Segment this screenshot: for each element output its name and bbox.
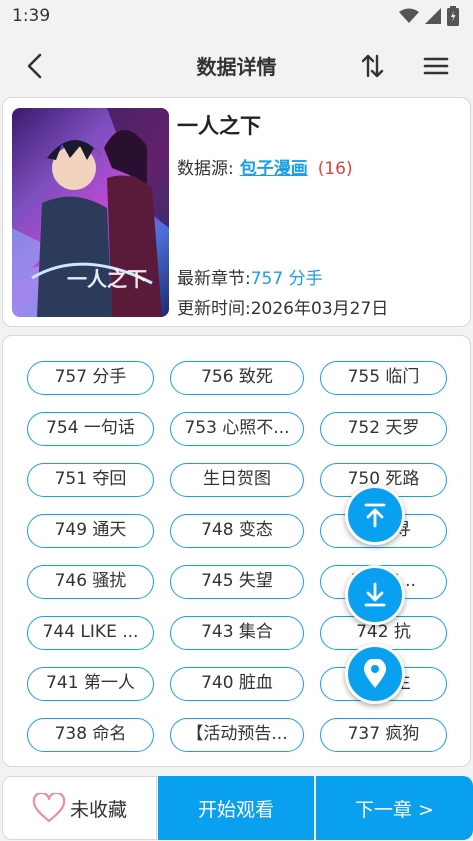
source-link[interactable]: 包子漫画 bbox=[240, 159, 308, 179]
update-time-label: 更新时间: bbox=[177, 299, 251, 319]
menu-icon bbox=[423, 57, 449, 75]
comic-cover[interactable]: 一人之下 bbox=[12, 108, 169, 317]
location-icon bbox=[364, 659, 386, 688]
next-chapter-button[interactable]: 下一章 > bbox=[316, 776, 473, 840]
source-label: 数据源: bbox=[177, 159, 234, 179]
wifi-icon bbox=[399, 8, 419, 23]
latest-chapter-value[interactable]: 757 分手 bbox=[251, 269, 323, 289]
chapter-chip[interactable]: 737 疯狗 bbox=[320, 718, 447, 752]
latest-chapter-label: 最新章节: bbox=[177, 269, 251, 289]
chapter-chip[interactable]: 754 一句话 bbox=[27, 412, 154, 446]
chapter-chip[interactable]: 738 命名 bbox=[27, 718, 154, 752]
scroll-bottom-button[interactable] bbox=[345, 565, 405, 625]
chapter-chip[interactable]: 755 临门 bbox=[320, 361, 447, 395]
chapter-chip[interactable]: 743 集合 bbox=[170, 616, 304, 650]
chapter-chip[interactable]: 745 失望 bbox=[170, 565, 304, 599]
chapter-chip[interactable]: 753 心照不... bbox=[170, 412, 304, 446]
status-icons bbox=[399, 6, 459, 26]
update-time-value: 2026年03月27日 bbox=[250, 299, 389, 319]
status-time: 1:39 bbox=[12, 6, 51, 26]
favorite-label: 未收藏 bbox=[69, 798, 127, 821]
menu-button[interactable] bbox=[420, 50, 452, 82]
toolbar: 数据详情 bbox=[0, 34, 473, 96]
locate-current-button[interactable] bbox=[345, 644, 405, 704]
source-count: (16) bbox=[317, 159, 353, 179]
bottom-action-bar: 未收藏 开始观看 下一章 > bbox=[0, 774, 473, 841]
source-row: 数据源: 包子漫画 (16) bbox=[177, 154, 353, 179]
favorite-button[interactable]: 未收藏 bbox=[2, 776, 157, 840]
update-time-row: 更新时间:2026年03月27日 bbox=[177, 294, 388, 319]
latest-chapter-row: 最新章节:757 分手 bbox=[177, 264, 323, 289]
chapter-chip[interactable]: 740 脏血 bbox=[170, 667, 304, 701]
sort-icon bbox=[361, 54, 384, 78]
page-title: 数据详情 bbox=[196, 55, 277, 79]
start-watching-button[interactable]: 开始观看 bbox=[158, 776, 314, 840]
chapter-chip[interactable]: 746 骚扰 bbox=[27, 565, 154, 599]
comic-title: 一人之下 bbox=[177, 114, 261, 138]
chapter-chip[interactable]: 749 通天 bbox=[27, 514, 154, 548]
sort-button[interactable] bbox=[358, 50, 388, 82]
chapter-chip[interactable]: 751 夺回 bbox=[27, 463, 154, 497]
chapter-chip[interactable]: 【活动预告... bbox=[170, 718, 304, 752]
status-bar: 1:39 bbox=[0, 0, 473, 34]
chapter-chip[interactable]: 756 致死 bbox=[170, 361, 304, 395]
cover-art-image: 一人之下 bbox=[12, 108, 169, 317]
chapter-list: 757 分手 756 致死 755 临门 754 一句话 753 心照不... … bbox=[2, 335, 471, 767]
scroll-top-button[interactable] bbox=[345, 485, 405, 545]
chapter-chip[interactable]: 生日贺图 bbox=[170, 463, 304, 497]
chapter-chip[interactable]: 752 天罗 bbox=[320, 412, 447, 446]
chapter-chip[interactable]: 744 LIKE ... bbox=[27, 616, 154, 650]
comic-info-card: 一人之下 一人之下 数据源: 包子漫画 (16) 最新章节:757 分手 更新时间:… bbox=[2, 97, 471, 327]
chapter-chip[interactable]: 741 第一人 bbox=[27, 667, 154, 701]
chapter-chip[interactable]: 748 变态 bbox=[170, 514, 304, 548]
signal-icon bbox=[425, 8, 441, 24]
heart-outline-icon bbox=[32, 793, 66, 823]
svg-text:一人之下: 一人之下 bbox=[67, 267, 147, 291]
chapter-chip[interactable]: 757 分手 bbox=[27, 361, 154, 395]
battery-icon bbox=[447, 6, 459, 26]
scroll-top-icon bbox=[364, 503, 386, 528]
scroll-bottom-icon bbox=[364, 582, 386, 607]
